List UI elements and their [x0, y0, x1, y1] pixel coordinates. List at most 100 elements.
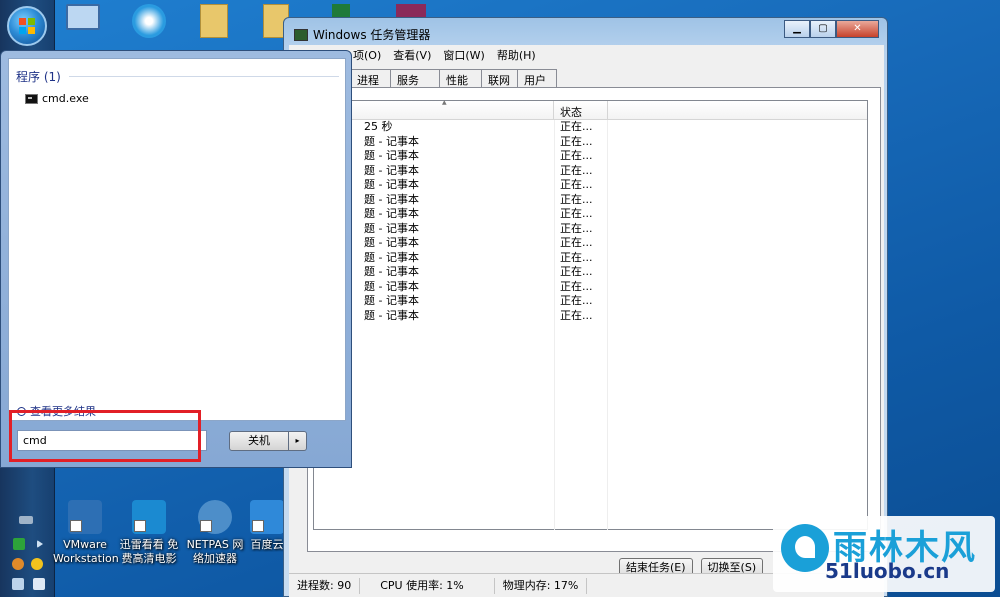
task-status-cell: 正在...: [560, 192, 593, 206]
table-row[interactable]: 题 - 记事本 正在...: [314, 178, 867, 193]
window-title-bar[interactable]: Windows 任务管理器: [294, 26, 430, 43]
minimize-button[interactable]: ▁: [784, 20, 810, 38]
table-row[interactable]: 题 - 记事本 正在...: [314, 294, 867, 309]
desktop-icon-netpas[interactable]: NETPAS 网络加速器: [183, 500, 247, 566]
task-manager-window: Windows 任务管理器 ▁ ▢ ✕ 项(O) 查看(V) 窗口(W) 帮助(…: [283, 17, 888, 597]
desktop-icon-baiduyun[interactable]: 百度云: [247, 500, 287, 552]
cmd-icon: [25, 93, 38, 104]
shortcut-disc-icon[interactable]: [132, 4, 168, 44]
tab-panel: 状态 25 秒正在...题 - 记事本正在...题 - 记事本正在...题 - …: [307, 87, 881, 552]
desktop-icon-label: 百度云: [250, 538, 284, 551]
add-icon[interactable]: [31, 558, 43, 570]
computer-icon[interactable]: [66, 4, 102, 44]
task-name-cell: 题 - 记事本: [364, 250, 419, 264]
window-controls: ▁ ▢ ✕: [784, 20, 879, 38]
maximize-button[interactable]: ▢: [810, 20, 836, 38]
task-name-cell: 题 - 记事本: [364, 134, 419, 148]
task-rows: 25 秒正在... 题 - 记事本 正在... 题 - 记事本 正在... 题 - 记事本…: [314, 120, 867, 323]
menu-view[interactable]: 查看(V): [393, 47, 431, 63]
task-status-cell: 正在...: [560, 250, 593, 264]
process-count: 进程数: 90: [289, 578, 361, 594]
task-name-cell: 题 - 记事本: [364, 207, 419, 220]
task-list[interactable]: 状态 25 秒正在...题 - 记事本正在...题 - 记事本正在...题 - …: [313, 99, 868, 530]
tab-processes[interactable]: 进程: [350, 69, 391, 87]
tab-bar: 进程 服务 性能 联网 用户: [350, 69, 557, 87]
task-name-cell: 题 - 记事本: [364, 279, 419, 293]
green-app-icon[interactable]: [13, 538, 25, 550]
table-row[interactable]: 题 - 记事本 正在...: [314, 265, 867, 280]
table-row[interactable]: 题 - 记事本 正在...: [314, 135, 867, 150]
menu-window[interactable]: 窗口(W): [443, 47, 484, 63]
network-icon[interactable]: [12, 578, 24, 590]
tab-networking[interactable]: 联网: [481, 69, 518, 87]
table-row[interactable]: 题 - 记事本 正在...: [314, 309, 867, 324]
tab-services[interactable]: 服务: [390, 69, 440, 87]
window-title: Windows 任务管理器: [313, 28, 431, 42]
memory-usage: 物理内存: 17%: [495, 578, 588, 594]
task-name-cell: 题 - 记事本: [364, 149, 419, 162]
baiduyun-icon: [250, 500, 284, 534]
programs-heading: 程序 (1): [16, 70, 61, 84]
desktop-icon-label: VMware Workstation: [53, 538, 119, 565]
task-status-cell: 正在...: [560, 294, 593, 307]
search-results-panel: 程序 (1) cmd.exe 查看更多结果: [8, 58, 346, 421]
close-button[interactable]: ✕: [836, 20, 879, 38]
task-status-cell: 正在...: [560, 178, 593, 191]
expand-arrow-icon[interactable]: [37, 540, 43, 548]
speaker-icon[interactable]: [33, 578, 45, 590]
table-row[interactable]: 25 秒 正在...: [314, 120, 867, 135]
cpu-usage: CPU 使用率: 1%: [360, 578, 495, 594]
highlight-box: [9, 410, 201, 462]
table-row[interactable]: 题 - 记事本 正在...: [314, 149, 867, 164]
task-manager-icon: [294, 28, 308, 41]
task-name-cell: 25 秒: [364, 120, 393, 133]
task-status-cell: 正在...: [560, 221, 593, 235]
vmware-icon: [68, 500, 102, 534]
task-status-cell: 正在...: [560, 120, 593, 133]
task-name-cell: 题 - 记事本: [364, 192, 419, 206]
task-name-cell: 题 - 记事本: [364, 294, 419, 307]
table-row[interactable]: 题 - 记事本 正在...: [314, 193, 867, 208]
watermark: 雨林木风 51luobo.cn: [773, 516, 995, 592]
desktop-icon-label: NETPAS 网络加速器: [186, 538, 244, 565]
search-result-cmd[interactable]: cmd.exe: [25, 92, 89, 105]
task-status-cell: 正在...: [560, 163, 593, 177]
task-status-cell: 正在...: [560, 207, 593, 220]
tab-users[interactable]: 用户: [517, 69, 557, 87]
search-result-label: cmd.exe: [42, 92, 89, 105]
task-name-cell: 题 - 记事本: [364, 265, 419, 278]
task-status-cell: 正在...: [560, 236, 593, 249]
menu-help[interactable]: 帮助(H): [497, 47, 536, 63]
keyboard-icon[interactable]: [19, 516, 33, 524]
watermark-logo-icon: [781, 524, 829, 572]
shutdown-options-button[interactable]: ▸: [289, 431, 307, 451]
desktop-icon-vmware[interactable]: VMware Workstation: [53, 500, 119, 566]
status-column-header[interactable]: 状态: [560, 104, 582, 120]
start-menu: 程序 (1) cmd.exe 查看更多结果 关机 ▸: [0, 50, 352, 468]
task-name-cell: 题 - 记事本: [364, 308, 419, 322]
task-status-cell: 正在...: [560, 308, 593, 322]
shutdown-group: 关机 ▸: [229, 431, 307, 451]
start-button[interactable]: [7, 6, 47, 46]
desktop-icon-label: 迅雷看看 免费高清电影: [119, 538, 179, 565]
table-row[interactable]: 题 - 记事本 正在...: [314, 236, 867, 251]
menu-options[interactable]: 项(O): [353, 47, 381, 63]
user-icon[interactable]: [12, 558, 24, 570]
table-row[interactable]: 题 - 记事本 正在...: [314, 207, 867, 222]
task-name-cell: 题 - 记事本: [364, 163, 419, 177]
task-name-cell: 题 - 记事本: [364, 178, 419, 191]
task-status-cell: 正在...: [560, 265, 593, 278]
table-row[interactable]: 题 - 记事本 正在...: [314, 251, 867, 266]
menu-bar: 项(O) 查看(V) 窗口(W) 帮助(H): [289, 45, 884, 65]
shutdown-button[interactable]: 关机: [229, 431, 289, 451]
desktop-icon-xunlei[interactable]: 迅雷看看 免费高清电影: [117, 500, 181, 566]
task-status-cell: 正在...: [560, 134, 593, 148]
task-list-header: 状态: [314, 99, 867, 120]
folder-icon[interactable]: [200, 4, 236, 44]
table-row[interactable]: 题 - 记事本 正在...: [314, 280, 867, 295]
task-status-cell: 正在...: [560, 149, 593, 162]
table-row[interactable]: 题 - 记事本 正在...: [314, 164, 867, 179]
tab-performance[interactable]: 性能: [439, 69, 482, 87]
task-name-cell: 题 - 记事本: [364, 236, 419, 249]
table-row[interactable]: 题 - 记事本 正在...: [314, 222, 867, 237]
